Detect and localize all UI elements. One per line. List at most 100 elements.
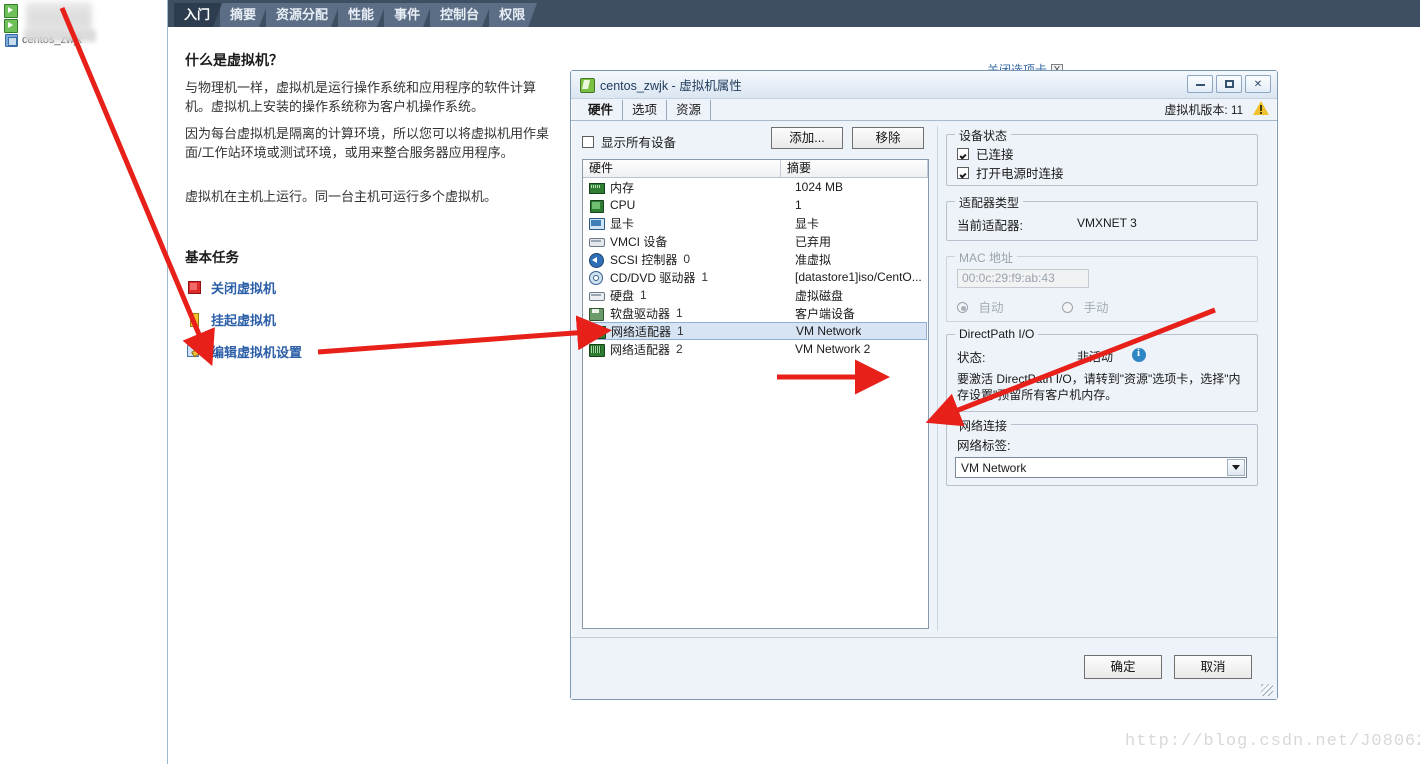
directpath-status-value: 非活动: [1077, 350, 1114, 364]
adapter-type-group: 适配器类型 当前适配器: VMXNET 3: [946, 194, 1258, 241]
device-index: 1: [701, 270, 709, 284]
network-label-dropdown[interactable]: VM Network: [955, 457, 1247, 478]
network-icon: [589, 343, 605, 357]
maximize-icon[interactable]: [1216, 75, 1242, 93]
device-summary: 显卡: [795, 216, 820, 231]
resize-grip[interactable]: [1261, 684, 1273, 696]
dialog-title: centos_zwjk - 虚拟机属性: [600, 79, 742, 93]
close-icon[interactable]: ✕: [1245, 75, 1271, 93]
cpu-icon: [589, 199, 604, 213]
table-row[interactable]: VMCI 设备 已弃用: [583, 232, 928, 250]
vm-version-value: 11: [1231, 105, 1243, 117]
device-summary: [datastore1]iso/CentO...: [795, 270, 922, 284]
memory-icon: [589, 181, 605, 194]
device-summary: 1: [795, 198, 802, 212]
page-title: 什么是虚拟机？: [185, 52, 283, 68]
floppy-icon: [589, 307, 604, 321]
table-row[interactable]: SCSI 控制器 0 准虚拟: [583, 250, 928, 268]
tab-console[interactable]: 控制台: [430, 3, 491, 27]
tab-hardware[interactable]: 硬件: [579, 100, 624, 120]
info-icon[interactable]: [1132, 347, 1146, 362]
chevron-down-icon[interactable]: [1227, 459, 1245, 476]
vm-green-icon: [4, 18, 18, 33]
device-status-group: 设备状态 已连接 打开电源时连接: [946, 127, 1258, 186]
mac-auto-label: 自动: [978, 301, 1004, 315]
mac-manual-radio[interactable]: [1062, 302, 1073, 313]
tab-options[interactable]: 选项: [623, 100, 668, 120]
redaction-overlay-2: [24, 30, 96, 42]
tab-getting-started[interactable]: 入门: [174, 3, 222, 27]
vm-green-icon: [4, 3, 18, 18]
network-label-caption: 网络标签:: [957, 439, 1011, 453]
cd-icon: [589, 270, 603, 285]
task-label: 关闭虚拟机: [211, 280, 277, 296]
device-name: 硬盘: [610, 288, 635, 303]
device-name: 显卡: [610, 216, 635, 231]
mac-auto-radio[interactable]: [957, 302, 968, 313]
device-index: 1: [677, 324, 684, 338]
task-power-off-vm[interactable]: 关闭虚拟机: [187, 278, 276, 296]
task-edit-vm-settings[interactable]: 编辑虚拟机设置: [187, 342, 302, 360]
hardware-list[interactable]: 硬件 摘要 内存 1024 MB CPU 1 显卡 显卡 VMCI 设备 已弃用…: [582, 159, 929, 629]
intro-paragraph-1: 与物理机一样，虚拟机是运行操作系统和应用程序的软件计算机。虚拟机上安装的操作系统…: [185, 80, 537, 114]
tree-item-1[interactable]: [4, 17, 22, 33]
disk-icon: [589, 289, 605, 302]
minimize-icon[interactable]: [1187, 75, 1213, 93]
show-all-devices-checkbox[interactable]: [582, 135, 594, 148]
tab-permissions[interactable]: 权限: [489, 3, 537, 27]
video-icon: [589, 217, 605, 230]
device-name: 网络适配器: [610, 342, 671, 357]
mac-address-field[interactable]: 00:0c:29:f9:ab:43: [957, 269, 1089, 288]
vm-version-text: 虚拟机版本:: [1164, 103, 1228, 117]
ok-button[interactable]: 确定: [1084, 655, 1162, 679]
vm-version-label: 虚拟机版本: 11: [1164, 101, 1243, 118]
tab-resource-allocation[interactable]: 资源分配: [266, 3, 340, 27]
device-status-legend: 设备状态: [955, 127, 1012, 144]
device-name: SCSI 控制器: [610, 252, 678, 267]
device-index: 0: [683, 252, 691, 266]
connect-at-power-on-checkbox[interactable]: [957, 166, 969, 179]
table-row[interactable]: CD/DVD 驱动器 1 [datastore1]iso/CentO...: [583, 268, 928, 286]
mac-manual-option[interactable]: 手动: [1062, 297, 1108, 317]
mac-address-group: MAC 地址 00:0c:29:f9:ab:43 自动 手动: [946, 249, 1258, 322]
table-row-selected[interactable]: 网络适配器 1 VM Network: [583, 322, 927, 340]
device-settings-panel: 设备状态 已连接 打开电源时连接 适配器类型 当前适配器: VMXNET 3 M…: [937, 126, 1268, 631]
main-tabs: 入门 摘要 资源分配 性能 事件 控制台 权限: [174, 0, 535, 27]
connected-checkbox[interactable]: [957, 147, 969, 160]
task-suspend-vm[interactable]: 挂起虚拟机: [187, 310, 276, 328]
tree-item-0[interactable]: [4, 2, 22, 18]
directpath-note: 要激活 DirectPath I/O，请转到"资源"选项卡，选择"内存设置"预留…: [957, 372, 1241, 402]
tab-events[interactable]: 事件: [384, 3, 432, 27]
mac-auto-option[interactable]: 自动: [957, 297, 1003, 317]
table-row[interactable]: CPU 1: [583, 196, 928, 214]
table-row[interactable]: 显卡 显卡: [583, 214, 928, 232]
intro-paragraph-2: 因为每台虚拟机是隔离的计算环境，所以您可以将虚拟机用作桌面/工作站环境或测试环境…: [185, 126, 550, 160]
network-label-value: VM Network: [961, 460, 1027, 475]
table-row[interactable]: 软盘驱动器 1 客户端设备: [583, 304, 928, 322]
connect-at-power-on-row[interactable]: 打开电源时连接: [957, 163, 1064, 182]
table-row[interactable]: 硬盘 1 虚拟磁盘: [583, 286, 928, 304]
tab-resources[interactable]: 资源: [667, 100, 712, 120]
adapter-type-legend: 适配器类型: [955, 194, 1024, 211]
main-tab-strip: 入门 摘要 资源分配 性能 事件 控制台 权限: [168, 0, 1420, 27]
dialog-title-bar[interactable]: centos_zwjk - 虚拟机属性 ✕: [571, 71, 1277, 99]
device-summary: 客户端设备: [795, 306, 856, 321]
window-buttons: ✕: [1187, 75, 1271, 93]
table-row[interactable]: 内存 1024 MB: [583, 178, 928, 196]
show-all-devices-row[interactable]: 显示所有设备: [582, 132, 676, 151]
cancel-button[interactable]: 取消: [1174, 655, 1252, 679]
device-summary: VM Network: [796, 324, 862, 338]
add-button[interactable]: 添加...: [771, 127, 843, 149]
suspend-icon: [187, 312, 201, 327]
scsi-icon: [589, 252, 604, 268]
remove-button[interactable]: 移除: [852, 127, 924, 149]
tab-performance[interactable]: 性能: [338, 3, 386, 27]
tab-summary[interactable]: 摘要: [220, 3, 268, 27]
table-row[interactable]: 网络适配器 2 VM Network 2: [583, 340, 928, 358]
intro-paragraph-3: 虚拟机在主机上运行。同一台主机可运行多个虚拟机。: [185, 189, 498, 204]
device-name: 网络适配器: [611, 324, 672, 339]
network-connection-legend: 网络连接: [955, 417, 1012, 434]
connected-row[interactable]: 已连接: [957, 144, 1014, 163]
vm-properties-dialog: centos_zwjk - 虚拟机属性 ✕ 硬件 选项 资源 虚拟机版本: 11: [570, 70, 1278, 700]
show-all-devices-label: 显示所有设备: [601, 136, 677, 150]
